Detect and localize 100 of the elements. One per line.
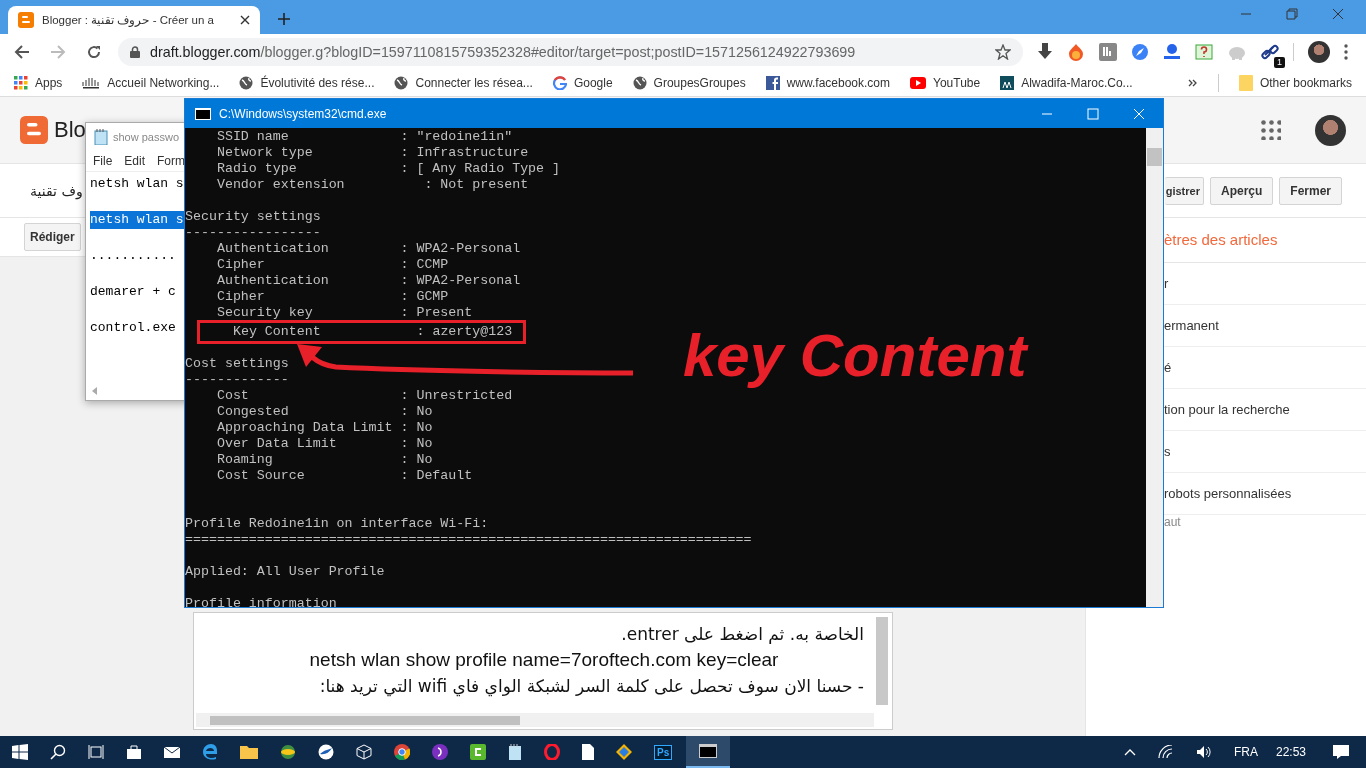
bookmark-link[interactable]: Alwadifa-Maroc.Co...: [1000, 76, 1133, 90]
notepad-icon: [94, 129, 108, 145]
folder-icon: [1238, 75, 1253, 91]
input-language[interactable]: FRA: [1233, 745, 1258, 759]
console-output-line: Profile Redoine1in on interface Wi-Fi:: [185, 516, 490, 532]
diamond-icon[interactable]: [616, 744, 632, 760]
wifi-icon[interactable]: [1157, 745, 1174, 759]
editor-text-line: الخاصة به. ثم اضغط على entrer.: [620, 623, 864, 646]
blogger-logo-icon[interactable]: [20, 116, 48, 144]
folder-icon[interactable]: [240, 745, 258, 759]
task-view-icon[interactable]: [88, 744, 104, 760]
speaker-icon[interactable]: [1195, 745, 1212, 759]
bookmark-link[interactable]: GroupesGroupes: [632, 76, 746, 90]
apps-grid-icon: [14, 76, 28, 90]
vertical-scrollbar[interactable]: [1146, 128, 1163, 607]
tab-title: Blogger : حروف تقنية - Créer un a: [42, 13, 215, 27]
globe-icon: [632, 76, 647, 90]
text-line: ...........: [90, 247, 177, 265]
console-output-line: Applied: All User Profile: [185, 564, 386, 580]
editor-text-line: - حسنا الان سوف تحصل على كلمة السر لشبكة الواي فاي wifi التي تريد هنا:: [318, 675, 864, 699]
reload-icon[interactable]: [86, 44, 102, 60]
address-bar[interactable]: draft.blogger.com/blogger.g?blogID=1597110815759352328#editor/target=post;postID=1571256124922793699: [118, 38, 1023, 66]
toolbar-button[interactable]: Fermer: [1279, 176, 1342, 205]
avatar-icon[interactable]: [1315, 114, 1346, 146]
chat-bubble-icon[interactable]: [1332, 744, 1350, 760]
back-arrow-icon[interactable]: [14, 44, 30, 60]
menu-icon[interactable]: [1344, 44, 1348, 60]
menu-item[interactable]: Edit: [124, 154, 146, 168]
text-line: control.exe: [90, 319, 177, 337]
play-button-icon: [910, 77, 927, 89]
download-arrow-icon[interactable]: [1037, 43, 1053, 61]
window-title: C:\Windows\system32\cmd.exe: [219, 106, 387, 121]
shopping-bag-icon[interactable]: [126, 744, 142, 760]
letter-c-icon[interactable]: [470, 744, 486, 760]
toolbar-button[interactable]: Aperçu: [1209, 176, 1274, 205]
bookmark-link[interactable]: Accueil Networking...: [82, 76, 220, 90]
document-icon[interactable]: [582, 744, 594, 760]
console-output-line: Cost : Unrestricted: [215, 388, 514, 404]
bookmark-link[interactable]: YouTube: [910, 76, 981, 90]
bookmark-link[interactable]: Connecter les réseа...: [394, 76, 533, 90]
bookmark-folder[interactable]: Other bookmarks: [1238, 75, 1352, 91]
console-output-line: Congested : No: [215, 404, 434, 420]
console-output-line: Profile information: [185, 596, 338, 607]
menu-item[interactable]: Form: [157, 154, 186, 168]
console-output-line: =======================================================================: [185, 532, 753, 548]
chrome-icon[interactable]: [394, 744, 410, 760]
chevrons-icon[interactable]: [1187, 79, 1198, 87]
text-line: demarer + c: [90, 283, 177, 301]
url-text: draft.blogger.com/blogger.g?blogID=1597110815759352328#editor/target=post;postID=1571256124922793699: [150, 44, 856, 60]
vertical-scrollbar[interactable]: [876, 617, 888, 705]
console-output-line: Cost Source : Default: [215, 468, 474, 484]
globe-icon: [394, 76, 409, 90]
notification-badge: 1: [1274, 57, 1285, 68]
cube-icon[interactable]: [356, 744, 372, 760]
photoshop-icon[interactable]: Ps: [654, 744, 673, 760]
edge-e-icon[interactable]: [202, 744, 218, 760]
star-icon[interactable]: [995, 44, 1011, 60]
console-icon: [699, 744, 718, 758]
compass-icon[interactable]: [1131, 43, 1149, 61]
new-tab-icon[interactable]: [277, 12, 291, 26]
annotation-text: key Content: [683, 321, 1027, 391]
avatar-icon[interactable]: [1308, 41, 1330, 63]
notepad-icon[interactable]: [508, 744, 522, 760]
console-output-line: Security settings: [185, 209, 322, 225]
globe-icon: [239, 76, 254, 90]
bookmark-link[interactable]: www.facebook.com: [765, 76, 891, 90]
globe-icon[interactable]: [280, 744, 296, 760]
windows-logo-icon[interactable]: [12, 744, 28, 760]
console-output-line: Authentication : WPA2-Personal: [215, 241, 522, 257]
console-output-line: -----------------: [185, 225, 322, 241]
crescent-circle-icon[interactable]: [432, 744, 448, 760]
console-icon: [195, 107, 211, 120]
bookmark-link[interactable]: Évolutivité des rése...: [239, 76, 375, 90]
taskbar-app-button[interactable]: [686, 736, 731, 768]
horizontal-scrollbar[interactable]: [196, 713, 874, 727]
console-output-line: Cipher : GCMP: [215, 289, 450, 305]
close-icon[interactable]: [240, 15, 250, 25]
console-output-line: Radio type : [ Any Radio Type ]: [215, 161, 562, 177]
bars-icon: [82, 77, 101, 89]
question-icon[interactable]: [1195, 44, 1213, 60]
console-output-line: Network type : Infrastructure: [215, 145, 530, 161]
people-icon: [1000, 76, 1015, 90]
restore-icon[interactable]: [1286, 8, 1298, 20]
search-icon[interactable]: [50, 744, 66, 760]
apps-grid-icon[interactable]: [1261, 120, 1281, 140]
compose-button[interactable]: Rédiger: [24, 223, 81, 251]
post-title: وف تقنية: [30, 182, 83, 199]
envelope-icon[interactable]: [164, 745, 180, 759]
window-title: show passwo: [113, 131, 180, 143]
bookmark-link[interactable]: Google: [552, 76, 613, 90]
browser-tab[interactable]: Blogger : حروف تقنية - Créer un a: [8, 6, 260, 34]
chevron-up-icon[interactable]: [1123, 748, 1136, 756]
toolbar-button[interactable]: gistrer: [1164, 176, 1204, 205]
opera-o-icon[interactable]: [544, 744, 560, 760]
console-output-line: SSID name : "redoine1in": [215, 129, 514, 145]
clock-time[interactable]: 22:53: [1275, 745, 1306, 759]
console-output-line: Cost settings: [185, 356, 290, 372]
bookmark-link[interactable]: Apps: [14, 76, 63, 90]
menu-item[interactable]: File: [93, 154, 113, 168]
maximize-icon[interactable]: [1087, 107, 1099, 120]
